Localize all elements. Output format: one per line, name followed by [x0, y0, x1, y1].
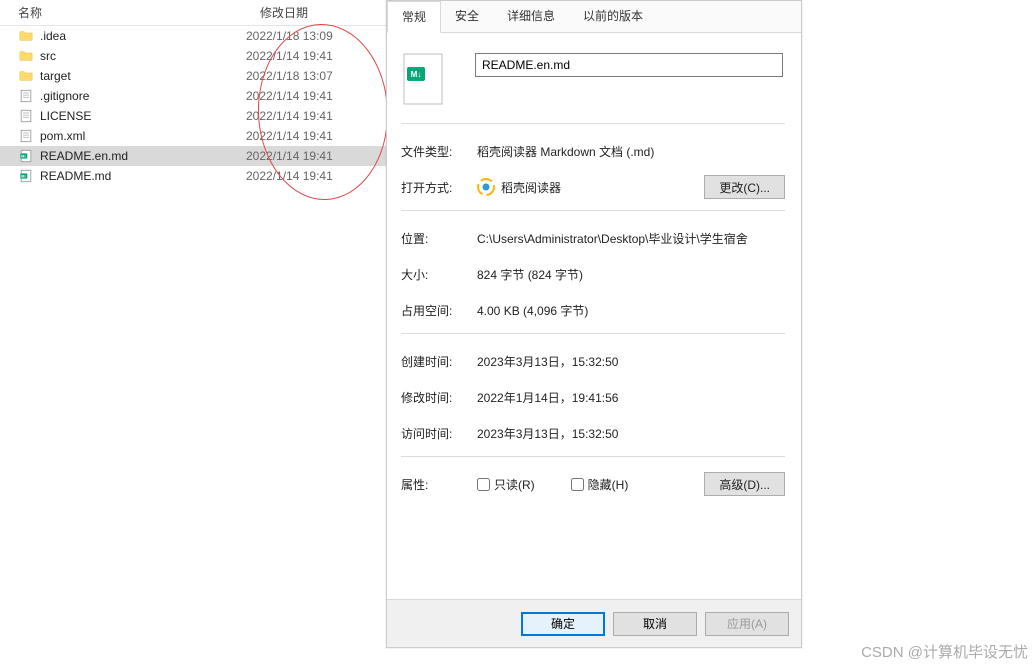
value-accessed: 2023年3月13日，15:32:50: [477, 425, 785, 442]
value-openwith: 稻壳阅读器: [501, 179, 561, 196]
tab-details[interactable]: 详细信息: [493, 1, 569, 32]
readonly-label: 只读(R): [494, 476, 535, 493]
file-name: src: [40, 49, 246, 63]
file-name: .gitignore: [40, 89, 246, 103]
column-header-name[interactable]: 名称: [0, 4, 230, 21]
change-button[interactable]: 更改(C)...: [704, 175, 785, 199]
tab-previous-versions[interactable]: 以前的版本: [569, 1, 657, 32]
text-file-icon: [18, 108, 34, 124]
file-name: .idea: [40, 29, 246, 43]
file-row[interactable]: target2022/1/18 13:07: [0, 66, 386, 86]
md-file-icon: M↓: [18, 168, 34, 184]
label-modified: 修改时间:: [401, 389, 477, 406]
properties-dialog: 常规 安全 详细信息 以前的版本 M↓ 文件类型: 稻壳阅读器 Markdown…: [386, 0, 802, 648]
label-size: 大小:: [401, 266, 477, 283]
label-filetype: 文件类型:: [401, 143, 477, 160]
tab-general[interactable]: 常规: [387, 1, 441, 33]
file-row[interactable]: pom.xml2022/1/14 19:41: [0, 126, 386, 146]
file-date: 2022/1/18 13:09: [246, 29, 333, 43]
file-row[interactable]: LICENSE2022/1/14 19:41: [0, 106, 386, 126]
value-created: 2023年3月13日，15:32:50: [477, 353, 785, 370]
label-size-on-disk: 占用空间:: [401, 302, 477, 319]
file-date: 2022/1/14 19:41: [246, 89, 333, 103]
file-name: README.en.md: [40, 149, 246, 163]
divider: [401, 456, 785, 457]
file-name: target: [40, 69, 246, 83]
label-openwith: 打开方式:: [401, 179, 477, 196]
advanced-button[interactable]: 高级(D)...: [704, 472, 785, 496]
label-created: 创建时间:: [401, 353, 477, 370]
divider: [401, 210, 785, 211]
apply-button[interactable]: 应用(A): [705, 612, 789, 636]
readonly-checkbox[interactable]: 只读(R): [477, 476, 535, 493]
file-date: 2022/1/18 13:07: [246, 69, 333, 83]
divider: [401, 123, 785, 124]
file-name: pom.xml: [40, 129, 246, 143]
hidden-checkbox-input[interactable]: [571, 478, 584, 491]
divider: [401, 333, 785, 334]
svg-text:M↓: M↓: [21, 173, 26, 178]
file-row[interactable]: src2022/1/14 19:41: [0, 46, 386, 66]
filename-input[interactable]: [475, 53, 783, 77]
text-file-icon: [18, 128, 34, 144]
file-date: 2022/1/14 19:41: [246, 49, 333, 63]
value-size-on-disk: 4.00 KB (4,096 字节): [477, 302, 785, 319]
label-location: 位置:: [401, 230, 477, 247]
hidden-checkbox[interactable]: 隐藏(H): [571, 476, 629, 493]
svg-text:M↓: M↓: [21, 153, 26, 158]
dialog-tabs: 常规 安全 详细信息 以前的版本: [387, 1, 801, 33]
text-file-icon: [18, 88, 34, 104]
file-list-pane: 名称 修改日期 .idea2022/1/18 13:09src2022/1/14…: [0, 0, 386, 664]
folder-icon: [18, 28, 34, 44]
ok-button[interactable]: 确定: [521, 612, 605, 636]
file-date: 2022/1/14 19:41: [246, 149, 333, 163]
file-list-header: 名称 修改日期: [0, 0, 386, 26]
file-row[interactable]: .idea2022/1/18 13:09: [0, 26, 386, 46]
folder-icon: [18, 48, 34, 64]
markdown-file-icon: M↓: [403, 53, 443, 105]
dialog-footer: 确定 取消 应用(A): [387, 599, 801, 647]
readonly-checkbox-input[interactable]: [477, 478, 490, 491]
md-file-icon: M↓: [18, 148, 34, 164]
value-filetype: 稻壳阅读器 Markdown 文档 (.md): [477, 143, 785, 160]
file-row[interactable]: M↓ README.en.md2022/1/14 19:41: [0, 146, 386, 166]
file-name: README.md: [40, 169, 246, 183]
tab-security[interactable]: 安全: [441, 1, 493, 32]
folder-icon: [18, 68, 34, 84]
svg-text:M↓: M↓: [411, 70, 422, 79]
file-row[interactable]: .gitignore2022/1/14 19:41: [0, 86, 386, 106]
file-date: 2022/1/14 19:41: [246, 109, 333, 123]
watermark: CSDN @计算机毕设无忧: [861, 641, 1028, 662]
file-row[interactable]: M↓ README.md2022/1/14 19:41: [0, 166, 386, 186]
value-size: 824 字节 (824 字节): [477, 266, 785, 283]
value-modified: 2022年1月14日，19:41:56: [477, 389, 785, 406]
file-date: 2022/1/14 19:41: [246, 129, 333, 143]
file-date: 2022/1/14 19:41: [246, 169, 333, 183]
cancel-button[interactable]: 取消: [613, 612, 697, 636]
app-icon: [477, 178, 495, 196]
value-location: C:\Users\Administrator\Desktop\毕业设计\学生宿舍: [477, 230, 785, 247]
hidden-label: 隐藏(H): [588, 476, 629, 493]
file-name: LICENSE: [40, 109, 246, 123]
label-attributes: 属性:: [401, 476, 477, 493]
label-accessed: 访问时间:: [401, 425, 477, 442]
column-header-date[interactable]: 修改日期: [230, 4, 360, 21]
